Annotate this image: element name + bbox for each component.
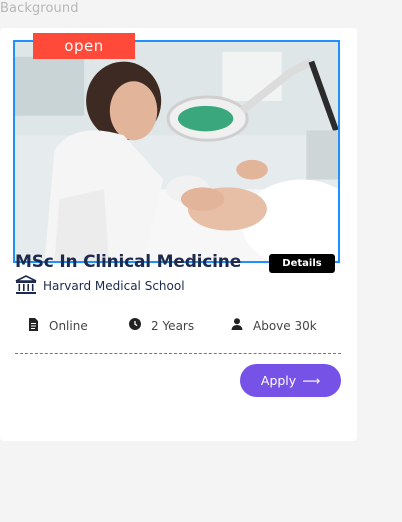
school-name: Harvard Medical School <box>43 279 185 293</box>
meta-students: Above 30k <box>231 318 317 333</box>
arrow-right-icon: ⟶ <box>302 373 321 388</box>
canvas-label: Background <box>0 1 79 16</box>
students-text: Above 30k <box>253 318 317 333</box>
course-meta-row: Online 2 Years Above 30k <box>28 318 328 336</box>
course-photo-illustration <box>15 42 338 261</box>
mode-text: Online <box>49 319 88 333</box>
school-row: Harvard Medical School <box>15 274 185 298</box>
apply-label: Apply <box>260 373 297 388</box>
document-icon <box>28 318 39 334</box>
clock-icon <box>129 318 141 333</box>
person-icon <box>231 318 243 333</box>
duration-text: 2 Years <box>151 318 195 333</box>
meta-mode: Online <box>28 318 88 334</box>
details-button[interactable]: Details <box>269 254 335 273</box>
divider <box>15 353 341 354</box>
status-badge: open <box>33 33 135 59</box>
apply-button[interactable]: Apply ⟶ <box>240 364 341 397</box>
bank-icon <box>15 274 37 298</box>
course-image[interactable] <box>13 40 340 263</box>
course-title[interactable]: MSc In Clinical Medicine <box>15 252 241 272</box>
meta-duration: 2 Years <box>129 318 194 333</box>
